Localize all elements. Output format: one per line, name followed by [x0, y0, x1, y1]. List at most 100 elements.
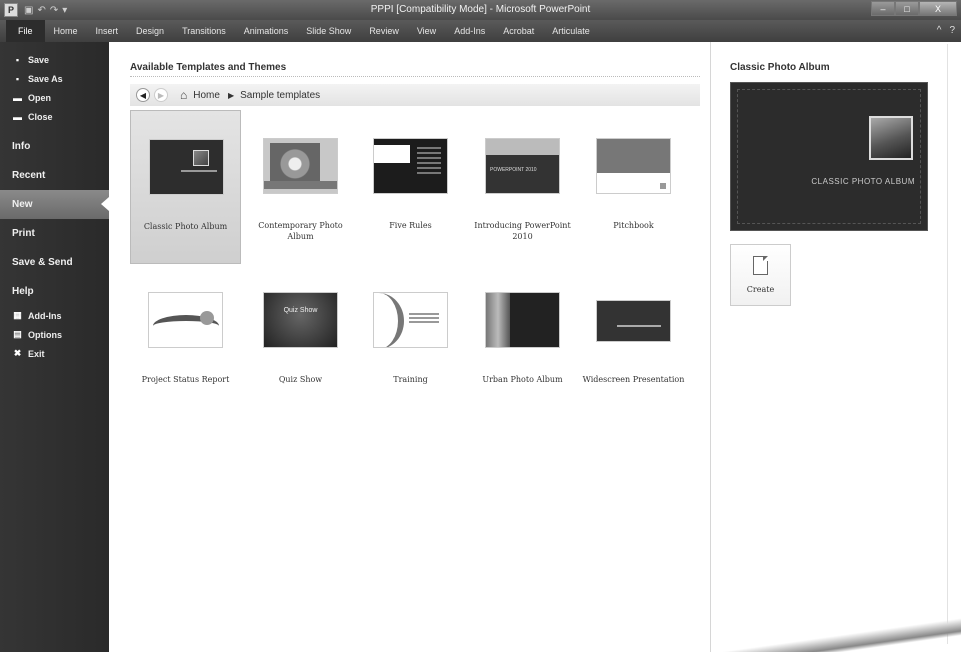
decorative-swoosh [711, 612, 961, 652]
exit-command[interactable]: ✖ Exit [0, 344, 109, 363]
preview-pane: Classic Photo Album CLASSIC PHOTO ALBUM … [711, 42, 961, 652]
template-five-rules[interactable]: Five Rules [355, 110, 466, 264]
template-thumbnail: Quiz Show [263, 292, 338, 348]
save-as-command[interactable]: ▪ Save As [0, 69, 109, 88]
tab-design[interactable]: Design [127, 20, 173, 42]
preview-photo [869, 116, 913, 160]
forward-arrow-icon[interactable]: ▶ [154, 88, 168, 102]
add-ins-command[interactable]: ▦ Add-Ins [0, 306, 109, 325]
template-classic-photo-album[interactable]: Classic Photo Album [130, 110, 241, 264]
tab-file[interactable]: File [6, 20, 45, 42]
open-label: Open [28, 92, 52, 103]
template-navigation-bar: ◀ ▶ ⌂ Home ▶ Sample templates [130, 84, 700, 106]
sidebar-tab-help[interactable]: Help [0, 277, 109, 306]
save-as-label: Save As [28, 73, 63, 84]
home-icon[interactable]: ⌂ [180, 88, 187, 102]
template-urban-photo-album[interactable]: Urban Photo Album [467, 264, 578, 418]
tab-articulate[interactable]: Articulate [543, 20, 599, 42]
template-thumbnail [596, 300, 671, 342]
options-label: Options [28, 329, 62, 340]
breadcrumb-home[interactable]: Home [193, 90, 220, 101]
template-contemporary-photo-album[interactable]: Contemporary Photo Album [245, 110, 356, 264]
tab-slide-show[interactable]: Slide Show [297, 20, 360, 42]
preview-caption: CLASSIC PHOTO ALBUM [811, 177, 915, 186]
template-project-status-report[interactable]: Project Status Report [130, 264, 241, 418]
back-arrow-icon[interactable]: ◀ [136, 88, 150, 102]
thumbnail-text: Quiz Show [283, 307, 318, 314]
help-icon[interactable]: ? [949, 25, 955, 36]
exit-icon: ✖ [13, 348, 22, 358]
exit-label: Exit [28, 348, 45, 359]
template-label: Urban Photo Album [482, 375, 563, 384]
window-controls: – □ X [871, 1, 957, 16]
create-label: Create [746, 285, 775, 294]
options-command[interactable]: ▤ Options [0, 325, 109, 344]
template-thumbnail [596, 138, 671, 194]
template-label: Contemporary Photo Album [258, 221, 343, 241]
close-label: Close [28, 111, 53, 122]
add-ins-label: Add-Ins [28, 310, 62, 321]
tab-view[interactable]: View [408, 20, 445, 42]
window-title: PPPI [Compatibility Mode] - Microsoft Po… [370, 4, 591, 15]
minimize-button[interactable]: – [871, 1, 895, 16]
customize-qat-icon[interactable]: ▾ [62, 5, 67, 16]
template-thumbnail [149, 139, 224, 195]
sidebar-tab-save-send[interactable]: Save & Send [0, 248, 109, 277]
breadcrumb-sample-templates: Sample templates [240, 89, 321, 101]
template-thumbnail [373, 292, 448, 348]
open-command[interactable]: ▬ Open [0, 88, 109, 107]
sidebar-tab-info[interactable]: Info [0, 132, 109, 161]
template-widescreen-presentation[interactable]: Widescreen Presentation [578, 264, 689, 418]
template-label: Introducing PowerPoint 2010 [474, 221, 571, 241]
sidebar-tab-new[interactable]: New [0, 190, 109, 219]
redo-icon[interactable]: ↷ [50, 5, 58, 16]
thumbnail-text: POWERPOINT 2010 [490, 167, 537, 173]
folder-close-icon: ▬ [13, 111, 22, 122]
options-icon: ▤ [13, 329, 22, 339]
close-button[interactable]: X [919, 1, 957, 16]
template-training[interactable]: Training [355, 264, 466, 418]
minimize-ribbon-icon[interactable]: ^ [937, 25, 942, 36]
tab-acrobat[interactable]: Acrobat [494, 20, 543, 42]
quick-access-toolbar: ▣ ↶ ↷ ▾ [24, 5, 67, 16]
template-quiz-show[interactable]: Quiz Show Quiz Show [245, 264, 356, 418]
section-divider [130, 76, 700, 77]
template-label: Training [393, 375, 428, 384]
template-label: Project Status Report [141, 375, 230, 384]
preview-title: Classic Photo Album [730, 62, 830, 73]
powerpoint-app-icon[interactable]: P [4, 3, 18, 17]
ribbon-tabs: File Home Insert Design Transitions Anim… [0, 20, 961, 42]
save-command[interactable]: ▪ Save [0, 50, 109, 69]
tab-add-ins[interactable]: Add-Ins [445, 20, 494, 42]
sidebar-tab-print[interactable]: Print [0, 219, 109, 248]
save-as-icon: ▪ [15, 73, 20, 84]
section-title: Available Templates and Themes [130, 62, 287, 73]
templates-panel: Available Templates and Themes ◀ ▶ ⌂ Hom… [109, 42, 710, 652]
backstage-sidebar: ▪ Save ▪ Save As ▬ Open ▬ Close Info Rec… [0, 42, 109, 652]
undo-icon[interactable]: ↶ [37, 5, 45, 16]
template-thumbnail [373, 138, 448, 194]
template-label: Pitchbook [613, 221, 654, 230]
title-bar: P ▣ ↶ ↷ ▾ PPPI [Compatibility Mode] - Mi… [0, 0, 961, 20]
template-pitchbook[interactable]: Pitchbook [578, 110, 689, 264]
folder-open-icon: ▬ [13, 92, 22, 103]
template-introducing-powerpoint-2010[interactable]: POWERPOINT 2010 Introducing PowerPoint 2… [467, 110, 578, 264]
tab-animations[interactable]: Animations [235, 20, 298, 42]
template-preview-image: CLASSIC PHOTO ALBUM [730, 82, 928, 231]
breadcrumb-separator-icon: ▶ [227, 90, 235, 100]
template-label: Widescreen Presentation [582, 375, 685, 384]
save-icon[interactable]: ▣ [24, 5, 33, 16]
tab-insert[interactable]: Insert [87, 20, 128, 42]
tab-home[interactable]: Home [45, 20, 87, 42]
template-label: Five Rules [389, 221, 432, 230]
close-command[interactable]: ▬ Close [0, 107, 109, 126]
template-thumbnail [263, 138, 338, 194]
tab-review[interactable]: Review [360, 20, 408, 42]
create-button[interactable]: Create [730, 244, 791, 306]
tab-transitions[interactable]: Transitions [173, 20, 235, 42]
vertical-scrollbar[interactable] [947, 44, 959, 644]
maximize-button[interactable]: □ [895, 1, 919, 16]
template-thumbnail [485, 292, 560, 348]
template-thumbnail: POWERPOINT 2010 [485, 138, 560, 194]
sidebar-tab-recent[interactable]: Recent [0, 161, 109, 190]
